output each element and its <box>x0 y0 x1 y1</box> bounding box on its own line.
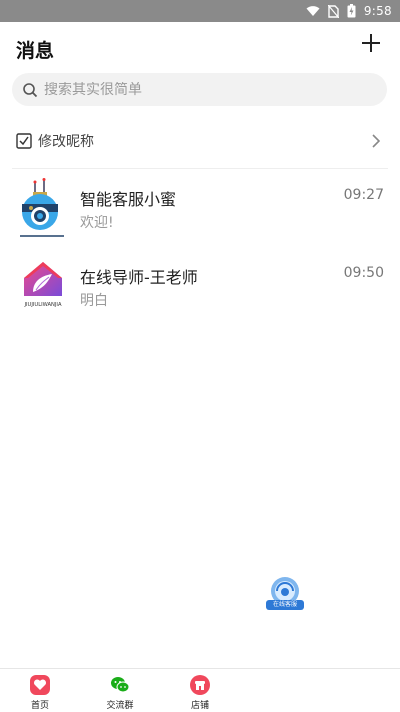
nav-label: 交流群 <box>106 701 134 711</box>
conversation-item[interactable]: JIUJIULIWANJIA 在线导师-王老师 明白 09:50 <box>0 252 400 324</box>
messages-screen: 9:58 消息 修改昵称 <box>0 0 400 712</box>
page-title: 消息 <box>16 40 55 62</box>
conversation-time: 09:27 <box>343 187 384 203</box>
checkbox-edit-icon <box>16 133 32 149</box>
brand-logo-text: JIUJIULIWANJIA <box>23 302 61 308</box>
conversation-time: 09:50 <box>343 265 384 281</box>
chevron-right-icon <box>372 134 380 148</box>
edit-nickname-label: 修改昵称 <box>38 134 94 150</box>
online-support-button[interactable]: 在线客服 <box>266 576 304 610</box>
conversation-message: 明白 <box>80 293 108 309</box>
shop-icon <box>190 675 210 695</box>
conversation-item[interactable]: 智能客服小蜜 欢迎! 09:27 <box>0 174 400 246</box>
header: 消息 <box>0 22 400 72</box>
bottom-nav: 首页 交流群 店铺 <box>0 668 400 712</box>
no-sim-icon <box>327 4 339 18</box>
search-bar[interactable] <box>12 73 387 106</box>
status-bar: 9:58 <box>0 0 400 22</box>
search-icon <box>23 82 38 97</box>
conversation-message: 欢迎! <box>80 215 114 231</box>
robot-avatar <box>18 178 68 238</box>
wechat-icon <box>111 677 130 693</box>
nav-label: 店铺 <box>190 701 209 711</box>
brand-logo-avatar: JIUJIULIWANJIA <box>18 256 68 316</box>
online-support-label: 在线客服 <box>266 600 304 610</box>
nav-item-group-chat[interactable]: 交流群 <box>95 675 145 711</box>
nav-label: 首页 <box>30 701 49 711</box>
search-input[interactable] <box>44 81 364 98</box>
nav-item-home[interactable]: 首页 <box>15 675 65 711</box>
heart-icon <box>30 675 50 695</box>
divider <box>12 168 388 169</box>
plus-icon <box>362 34 380 52</box>
edit-nickname-row[interactable]: 修改昵称 <box>0 122 400 160</box>
conversation-name: 在线导师-王老师 <box>80 268 198 287</box>
nav-item-shop[interactable]: 店铺 <box>175 675 225 711</box>
add-button[interactable] <box>360 32 382 54</box>
battery-charging-icon <box>347 4 356 18</box>
conversation-name: 智能客服小蜜 <box>80 190 177 209</box>
status-time: 9:58 <box>363 4 392 18</box>
wifi-icon <box>306 5 320 17</box>
